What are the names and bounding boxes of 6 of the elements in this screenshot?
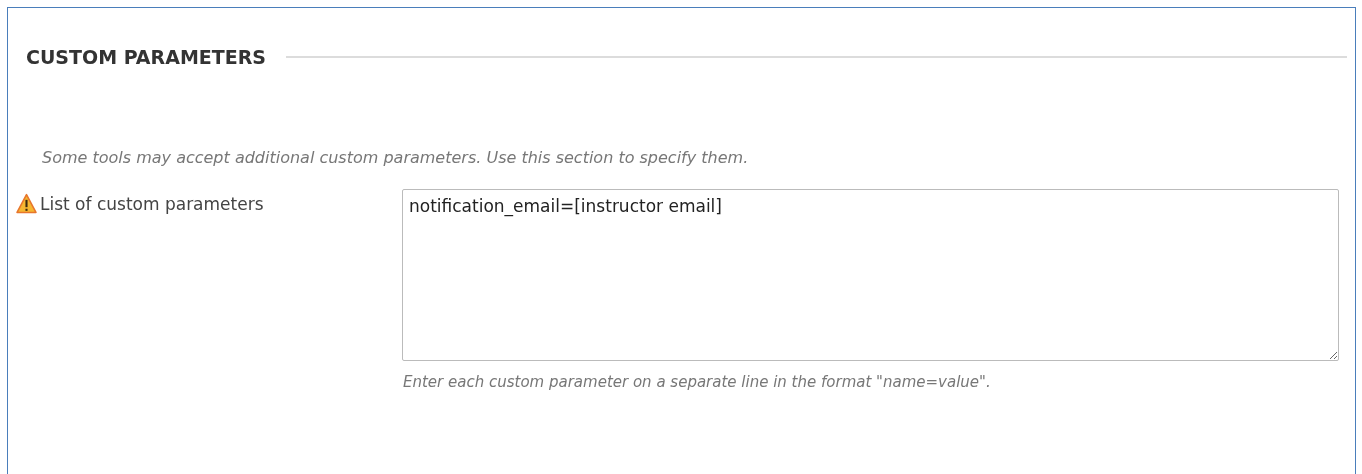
field-label: List of custom parameters: [40, 193, 264, 214]
warning-icon: [16, 193, 37, 214]
section-title: CUSTOM PARAMETERS: [26, 46, 267, 68]
parameters-textarea[interactable]: notification_email=[instructor email]: [402, 189, 1339, 361]
section-description: Some tools may accept additional custom parameters. Use this section to specify them.: [42, 148, 750, 167]
field-hint: Enter each custom parameter on a separate line in the format "name=value".: [403, 373, 992, 391]
